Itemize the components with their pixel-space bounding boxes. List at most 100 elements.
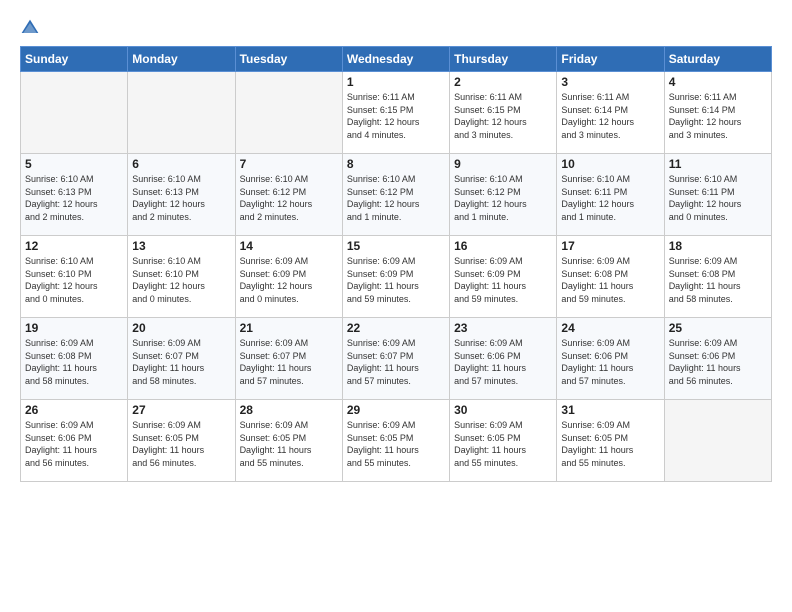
day-number: 28 — [240, 403, 338, 417]
day-info: Sunrise: 6:09 AM Sunset: 6:09 PM Dayligh… — [347, 255, 445, 305]
calendar-header-wednesday: Wednesday — [342, 47, 449, 72]
day-info: Sunrise: 6:09 AM Sunset: 6:05 PM Dayligh… — [347, 419, 445, 469]
day-number: 17 — [561, 239, 659, 253]
day-info: Sunrise: 6:11 AM Sunset: 6:14 PM Dayligh… — [561, 91, 659, 141]
calendar-cell: 1Sunrise: 6:11 AM Sunset: 6:15 PM Daylig… — [342, 72, 449, 154]
day-number: 19 — [25, 321, 123, 335]
day-number: 25 — [669, 321, 767, 335]
day-number: 3 — [561, 75, 659, 89]
calendar-header-sunday: Sunday — [21, 47, 128, 72]
logo — [20, 16, 42, 38]
calendar-cell: 7 Sunrise: 6:10 AM Sunset: 6:12 PM Daylig… — [235, 154, 342, 236]
calendar-cell: 10 Sunrise: 6:10 AM Sunset: 6:11 PM Dayli… — [557, 154, 664, 236]
day-number: 14 — [240, 239, 338, 253]
calendar-cell: 24 Sunrise: 6:09 AM Sunset: 6:06 PM Dayli… — [557, 318, 664, 400]
day-number: 22 — [347, 321, 445, 335]
calendar-header-row: SundayMondayTuesdayWednesdayThursdayFrid… — [21, 47, 772, 72]
day-info: Sunrise: 6:09 AM Sunset: 6:06 PM Dayligh… — [454, 337, 552, 387]
day-info: Sunrise: 6:09 AM Sunset: 6:05 PM Dayligh… — [132, 419, 230, 469]
day-number: 24 — [561, 321, 659, 335]
day-info: Sunrise: 6:09 AM Sunset: 6:09 PM Dayligh… — [240, 255, 338, 305]
calendar-cell: 11 Sunrise: 6:10 AM Sunset: 6:11 PM Dayli… — [664, 154, 771, 236]
day-number: 18 — [669, 239, 767, 253]
day-info: Sunrise: 6:10 AM Sunset: 6:12 PM Dayligh… — [454, 173, 552, 223]
calendar-cell — [128, 72, 235, 154]
calendar-week-5: 26 Sunrise: 6:09 AM Sunset: 6:06 PM Dayli… — [21, 400, 772, 482]
day-number: 4 — [669, 75, 767, 89]
day-info: Sunrise: 6:09 AM Sunset: 6:07 PM Dayligh… — [347, 337, 445, 387]
calendar-cell: 23 Sunrise: 6:09 AM Sunset: 6:06 PM Dayli… — [450, 318, 557, 400]
calendar-week-4: 19 Sunrise: 6:09 AM Sunset: 6:08 PM Dayli… — [21, 318, 772, 400]
day-number: 20 — [132, 321, 230, 335]
day-number: 21 — [240, 321, 338, 335]
calendar-cell — [664, 400, 771, 482]
calendar-header-monday: Monday — [128, 47, 235, 72]
calendar-cell: 27 Sunrise: 6:09 AM Sunset: 6:05 PM Dayli… — [128, 400, 235, 482]
day-number: 7 — [240, 157, 338, 171]
day-number: 31 — [561, 403, 659, 417]
calendar-cell: 21 Sunrise: 6:09 AM Sunset: 6:07 PM Dayli… — [235, 318, 342, 400]
day-number: 2 — [454, 75, 552, 89]
day-info: Sunrise: 6:10 AM Sunset: 6:12 PM Dayligh… — [240, 173, 338, 223]
calendar-cell: 17 Sunrise: 6:09 AM Sunset: 6:08 PM Dayli… — [557, 236, 664, 318]
day-info: Sunrise: 6:09 AM Sunset: 6:06 PM Dayligh… — [561, 337, 659, 387]
calendar-header-friday: Friday — [557, 47, 664, 72]
day-number: 11 — [669, 157, 767, 171]
day-number: 6 — [132, 157, 230, 171]
day-info: Sunrise: 6:09 AM Sunset: 6:08 PM Dayligh… — [25, 337, 123, 387]
day-info: Sunrise: 6:09 AM Sunset: 6:05 PM Dayligh… — [561, 419, 659, 469]
calendar-cell — [21, 72, 128, 154]
day-number: 29 — [347, 403, 445, 417]
day-number: 23 — [454, 321, 552, 335]
day-info: Sunrise: 6:10 AM Sunset: 6:11 PM Dayligh… — [669, 173, 767, 223]
day-info: Sunrise: 6:09 AM Sunset: 6:07 PM Dayligh… — [240, 337, 338, 387]
day-number: 10 — [561, 157, 659, 171]
day-number: 15 — [347, 239, 445, 253]
calendar-week-3: 12 Sunrise: 6:10 AM Sunset: 6:10 PM Dayli… — [21, 236, 772, 318]
calendar-cell: 8 Sunrise: 6:10 AM Sunset: 6:12 PM Daylig… — [342, 154, 449, 236]
calendar-cell: 6Sunrise: 6:10 AM Sunset: 6:13 PM Daylig… — [128, 154, 235, 236]
day-info: Sunrise: 6:10 AM Sunset: 6:11 PM Dayligh… — [561, 173, 659, 223]
day-info: Sunrise: 6:09 AM Sunset: 6:08 PM Dayligh… — [669, 255, 767, 305]
day-number: 8 — [347, 157, 445, 171]
day-info: Sunrise: 6:09 AM Sunset: 6:08 PM Dayligh… — [561, 255, 659, 305]
calendar-cell: 3 Sunrise: 6:11 AM Sunset: 6:14 PM Daylig… — [557, 72, 664, 154]
day-info: Sunrise: 6:10 AM Sunset: 6:12 PM Dayligh… — [347, 173, 445, 223]
day-info: Sunrise: 6:11 AM Sunset: 6:15 PM Dayligh… — [454, 91, 552, 141]
calendar-week-1: 1 Sunrise: 6:11 AM Sunset: 6:15 PM Daylig… — [21, 72, 772, 154]
calendar-cell: 14 Sunrise: 6:09 AM Sunset: 6:09 PM Dayli… — [235, 236, 342, 318]
calendar-cell: 22 Sunrise: 6:09 AM Sunset: 6:07 PM Dayli… — [342, 318, 449, 400]
calendar-cell: 9Sunrise: 6:10 AM Sunset: 6:12 PM Daylig… — [450, 154, 557, 236]
day-info: Sunrise: 6:09 AM Sunset: 6:05 PM Dayligh… — [240, 419, 338, 469]
day-number: 16 — [454, 239, 552, 253]
calendar-week-2: 5Sunrise: 6:10 AM Sunset: 6:13 PM Daylig… — [21, 154, 772, 236]
day-number: 30 — [454, 403, 552, 417]
day-info: Sunrise: 6:10 AM Sunset: 6:10 PM Dayligh… — [132, 255, 230, 305]
day-info: Sunrise: 6:09 AM Sunset: 6:09 PM Dayligh… — [454, 255, 552, 305]
day-info: Sunrise: 6:09 AM Sunset: 6:05 PM Dayligh… — [454, 419, 552, 469]
day-info: Sunrise: 6:09 AM Sunset: 6:06 PM Dayligh… — [25, 419, 123, 469]
calendar-header-tuesday: Tuesday — [235, 47, 342, 72]
calendar-cell: 16 Sunrise: 6:09 AM Sunset: 6:09 PM Dayli… — [450, 236, 557, 318]
day-number: 27 — [132, 403, 230, 417]
calendar-cell: 28 Sunrise: 6:09 AM Sunset: 6:05 PM Dayli… — [235, 400, 342, 482]
day-info: Sunrise: 6:10 AM Sunset: 6:13 PM Dayligh… — [25, 173, 123, 223]
calendar-cell: 18 Sunrise: 6:09 AM Sunset: 6:08 PM Dayli… — [664, 236, 771, 318]
day-info: Sunrise: 6:10 AM Sunset: 6:10 PM Dayligh… — [25, 255, 123, 305]
calendar-cell: 19 Sunrise: 6:09 AM Sunset: 6:08 PM Dayli… — [21, 318, 128, 400]
day-info: Sunrise: 6:11 AM Sunset: 6:14 PM Dayligh… — [669, 91, 767, 141]
day-number: 13 — [132, 239, 230, 253]
calendar-header-thursday: Thursday — [450, 47, 557, 72]
calendar-cell: 12 Sunrise: 6:10 AM Sunset: 6:10 PM Dayli… — [21, 236, 128, 318]
calendar-cell — [235, 72, 342, 154]
day-number: 12 — [25, 239, 123, 253]
day-number: 26 — [25, 403, 123, 417]
calendar-cell: 20Sunrise: 6:09 AM Sunset: 6:07 PM Dayli… — [128, 318, 235, 400]
logo-icon — [20, 18, 40, 38]
calendar-cell: 5Sunrise: 6:10 AM Sunset: 6:13 PM Daylig… — [21, 154, 128, 236]
calendar-cell: 26 Sunrise: 6:09 AM Sunset: 6:06 PM Dayli… — [21, 400, 128, 482]
day-number: 1 — [347, 75, 445, 89]
calendar-cell: 4 Sunrise: 6:11 AM Sunset: 6:14 PM Daylig… — [664, 72, 771, 154]
calendar-cell: 15 Sunrise: 6:09 AM Sunset: 6:09 PM Dayli… — [342, 236, 449, 318]
calendar-table: SundayMondayTuesdayWednesdayThursdayFrid… — [20, 46, 772, 482]
